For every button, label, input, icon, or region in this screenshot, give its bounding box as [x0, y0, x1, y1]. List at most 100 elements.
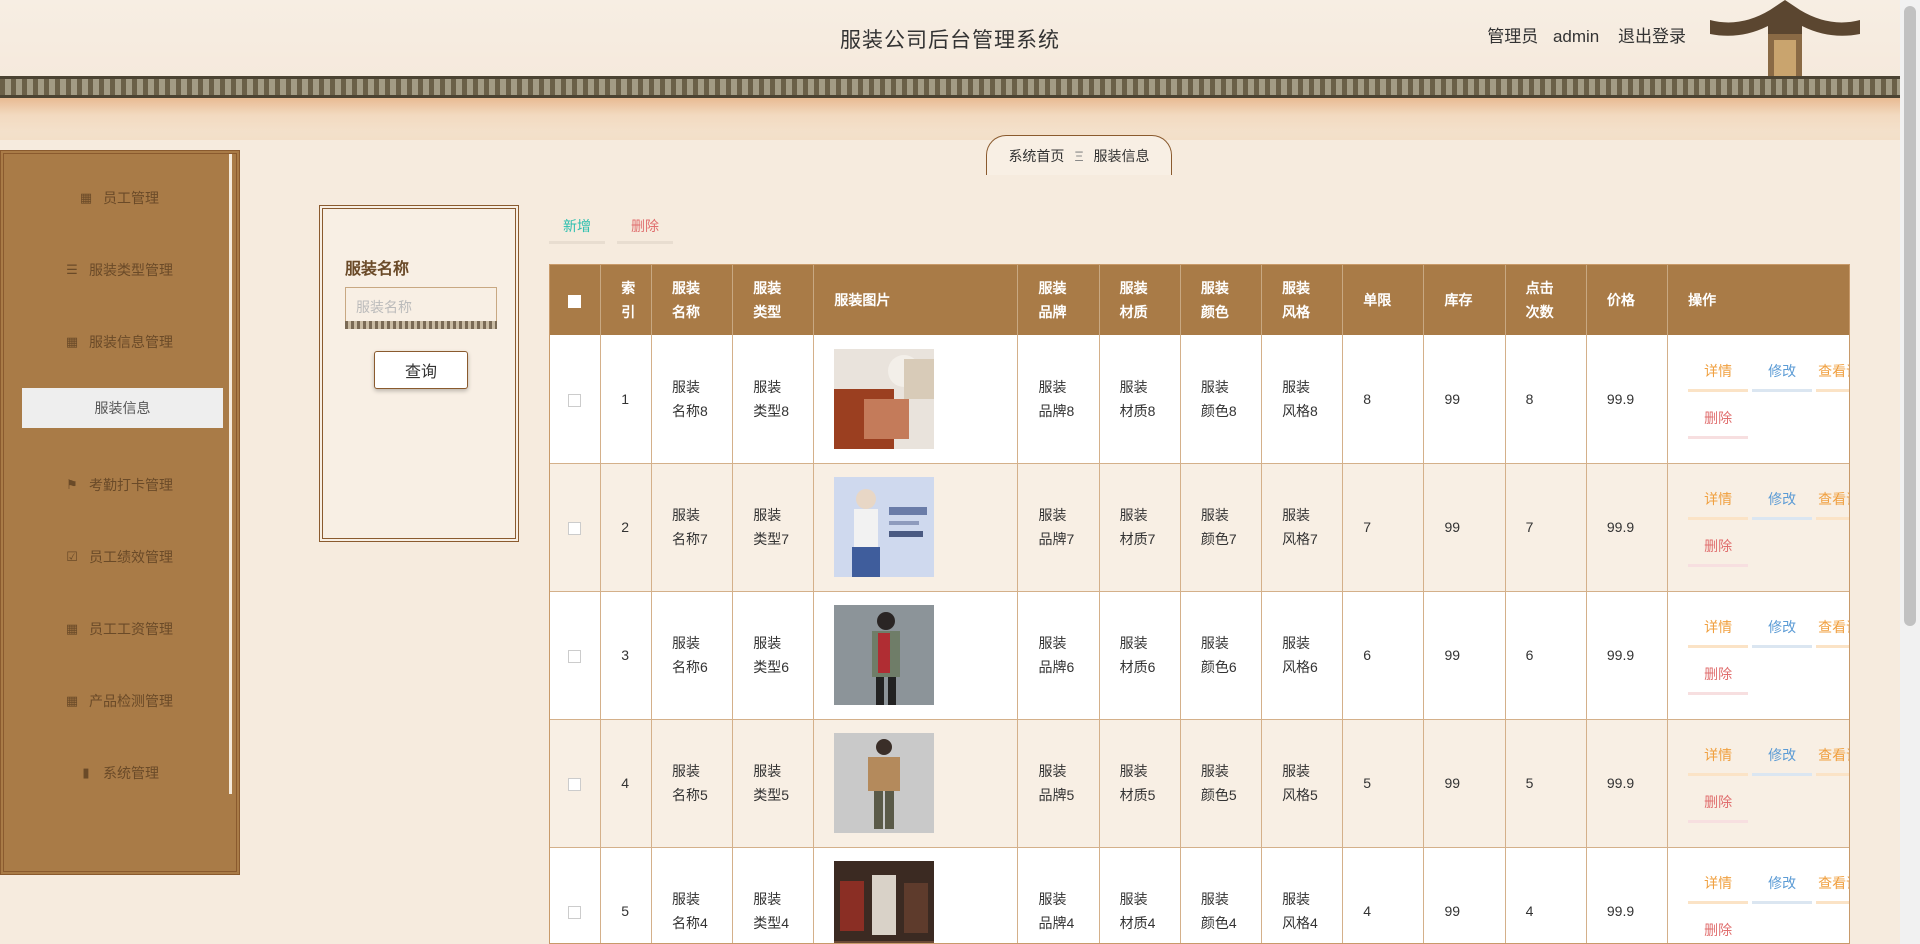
cell-index: 2 — [600, 463, 652, 592]
sidebar-item-clothing-info-manage[interactable]: ▦ 服装信息管理 — [4, 322, 234, 362]
cell-style: 服装风格4 — [1261, 847, 1344, 943]
cell-limit: 7 — [1342, 463, 1425, 592]
delete-button[interactable]: 删除 — [1688, 406, 1749, 439]
roof-tile-band — [0, 76, 1900, 98]
row-checkbox[interactable] — [568, 905, 581, 919]
cell-clicks: 5 — [1505, 719, 1587, 848]
pavilion-roof-decoration — [1710, 0, 1860, 78]
user-info: 管理员 admin 退出登录 — [1477, 22, 1686, 47]
edit-button[interactable]: 修改 — [1752, 615, 1813, 648]
flag-icon: ⚑ — [66, 477, 78, 492]
cell-material: 服装材质7 — [1099, 463, 1181, 592]
grid-icon: ▦ — [65, 334, 79, 349]
col-header-index: 索引 — [600, 265, 652, 335]
view-comments-button[interactable]: 查看评论 — [1816, 743, 1849, 776]
row-checkbox[interactable] — [568, 649, 581, 663]
logout-link[interactable]: 退出登录 — [1618, 27, 1686, 46]
sidebar-item-label: 员工管理 — [103, 190, 159, 206]
search-button[interactable]: 查询 — [374, 351, 468, 389]
delete-button[interactable]: 删除 — [1688, 790, 1749, 823]
clothing-image-store-display — [834, 861, 935, 943]
detail-button[interactable]: 详情 — [1688, 615, 1749, 648]
table-row: 3 服装名称6 服装类型6 服装品牌6 服装材质6 服装颜色6 服装风格6 6 … — [550, 591, 1849, 720]
edit-button[interactable]: 修改 — [1752, 487, 1813, 520]
page-scrollbar[interactable] — [1900, 0, 1920, 944]
cell-style: 服装风格6 — [1261, 591, 1344, 720]
edit-button[interactable]: 修改 — [1752, 871, 1813, 904]
cell-ops: 详情修改查看评论 删除 — [1667, 591, 1849, 720]
cell-limit: 5 — [1342, 719, 1425, 848]
scrollbar-thumb[interactable] — [1904, 6, 1916, 626]
row-checkbox[interactable] — [568, 777, 581, 791]
edit-button[interactable]: 修改 — [1752, 359, 1813, 392]
sidebar-item-label: 产品检测管理 — [89, 693, 173, 709]
sidebar-item-attendance[interactable]: ⚑ 考勤打卡管理 — [4, 465, 234, 505]
detail-button[interactable]: 详情 — [1688, 487, 1749, 520]
cell-name: 服装名称8 — [651, 335, 734, 464]
detail-button[interactable]: 详情 — [1688, 359, 1749, 392]
cell-style: 服装风格8 — [1261, 335, 1344, 464]
table-header-row: 索引 服装名称 服装类型 服装图片 服装品牌 服装材质 服装颜色 服装风格 单限… — [550, 265, 1849, 335]
grid-icon: ▦ — [79, 190, 93, 205]
delete-button[interactable]: 删除 — [1688, 918, 1748, 943]
clothing-image-woman-coat — [834, 605, 935, 705]
cell-clicks: 7 — [1505, 463, 1587, 592]
cell-stock: 99 — [1423, 847, 1506, 943]
cell-style: 服装风格7 — [1261, 463, 1344, 592]
col-header-name: 服装名称 — [651, 265, 734, 335]
sidebar-item-label: 服装信息管理 — [89, 334, 173, 350]
sidebar-item-label: 员工绩效管理 — [89, 549, 173, 565]
sidebar-item-performance[interactable]: ☑ 员工绩效管理 — [4, 537, 234, 577]
view-comments-button[interactable]: 查看评论 — [1816, 487, 1849, 520]
breadcrumb-home[interactable]: 系统首页 — [1008, 146, 1064, 166]
bar-chart-icon: ▮ — [82, 765, 90, 780]
search-label: 服装名称 — [345, 261, 410, 278]
row-checkbox[interactable] — [568, 393, 581, 407]
sidebar-item-employee[interactable]: ▦ 员工管理 — [4, 178, 234, 218]
sidebar-subitem-clothing-info[interactable]: 服装信息 — [22, 388, 223, 428]
grid-icon: ▦ — [65, 621, 79, 636]
detail-button[interactable]: 详情 — [1688, 871, 1749, 904]
table-row: 5 服装名称4 服装类型4 服装品牌4 服装材质4 服装颜色4 服装风格4 4 — [550, 847, 1849, 943]
sidebar-item-salary[interactable]: ▦ 员工工资管理 — [4, 609, 234, 649]
cell-brand: 服装品牌8 — [1017, 335, 1100, 464]
sidebar-item-clothing-type[interactable]: ☰ 服装类型管理 — [4, 250, 234, 290]
cell-stock: 99 — [1423, 719, 1506, 848]
cell-name: 服装名称5 — [651, 719, 734, 848]
edit-button[interactable]: 修改 — [1752, 743, 1813, 776]
col-header-image: 服装图片 — [813, 265, 1019, 335]
cell-limit: 4 — [1342, 847, 1425, 943]
cell-ops: 详情修改查看评论 删除 — [1667, 463, 1849, 592]
cell-material: 服装材质6 — [1099, 591, 1181, 720]
cell-material: 服装材质4 — [1099, 847, 1181, 943]
cell-image — [813, 719, 1019, 848]
view-comments-button[interactable]: 查看评论 — [1816, 359, 1849, 392]
cell-stock: 99 — [1423, 335, 1506, 464]
clipboard-check-icon: ☑ — [66, 549, 78, 564]
add-button[interactable]: 新增 — [549, 210, 605, 244]
cell-limit: 6 — [1342, 591, 1425, 720]
sidebar-item-product-inspection[interactable]: ▦ 产品检测管理 — [4, 681, 234, 721]
cell-color: 服装颜色4 — [1180, 847, 1263, 943]
cell-type: 服装类型8 — [732, 335, 815, 464]
view-comments-button[interactable]: 查看评论 — [1816, 871, 1849, 904]
delete-button[interactable]: 删除 — [1688, 534, 1749, 567]
cell-name: 服装名称4 — [651, 847, 734, 943]
row-select-cell — [550, 719, 602, 848]
delete-button[interactable]: 删除 — [1688, 662, 1749, 695]
view-comments-button[interactable]: 查看评论 — [1816, 615, 1849, 648]
sidebar-item-label: 员工工资管理 — [89, 621, 173, 637]
select-all-checkbox[interactable] — [568, 294, 581, 308]
cell-index: 3 — [600, 591, 652, 720]
cell-brand: 服装品牌6 — [1017, 591, 1100, 720]
detail-button[interactable]: 详情 — [1688, 743, 1749, 776]
batch-delete-button[interactable]: 删除 — [617, 210, 673, 244]
row-select-cell — [550, 335, 602, 464]
cell-price: 99.9 — [1586, 847, 1669, 943]
cell-type: 服装类型6 — [732, 591, 815, 720]
cell-index: 5 — [600, 847, 652, 943]
clothing-image-man-jacket — [834, 733, 935, 833]
row-checkbox[interactable] — [568, 521, 581, 535]
col-header-limit: 单限 — [1342, 265, 1425, 335]
sidebar-item-system[interactable]: ▮ 系统管理 — [4, 753, 234, 793]
